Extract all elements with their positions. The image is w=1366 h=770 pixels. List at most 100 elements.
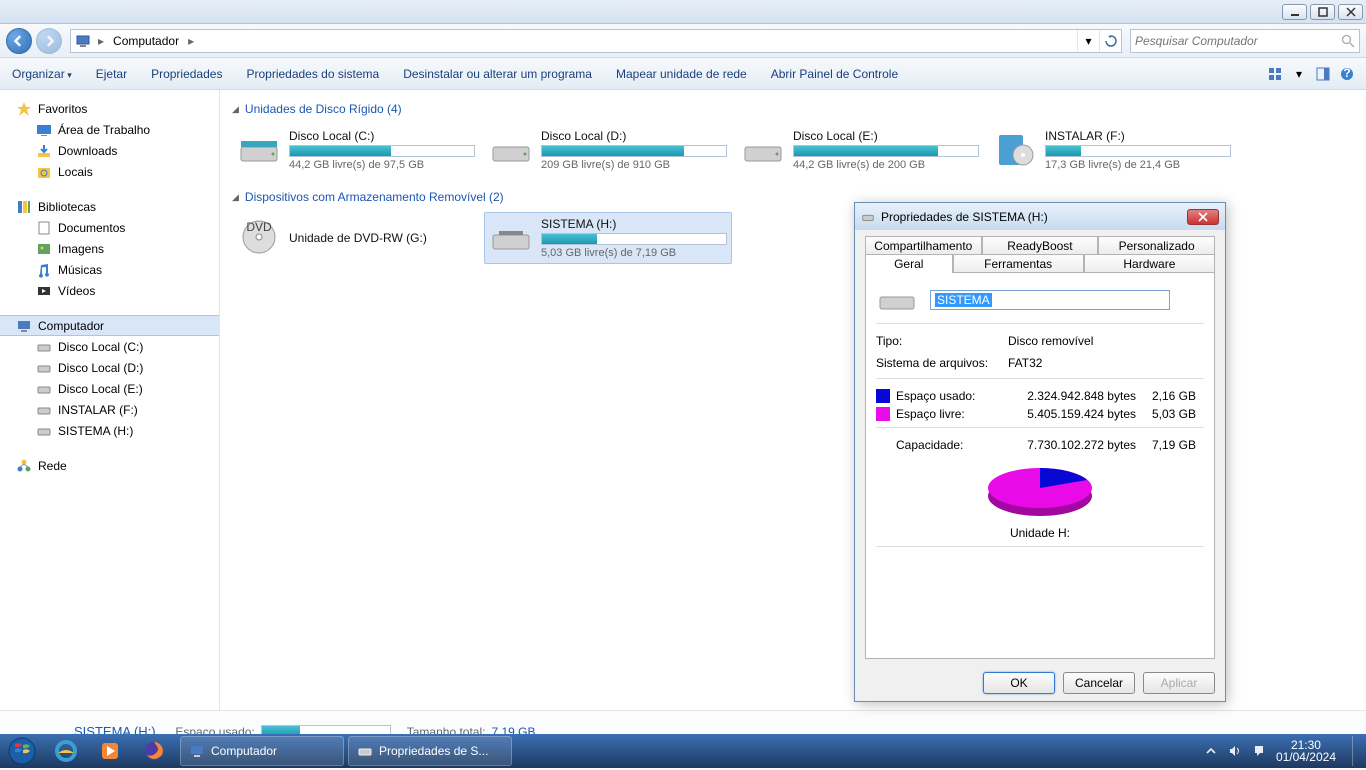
view-mode-button[interactable] bbox=[1264, 63, 1286, 85]
taskbar-firefox[interactable] bbox=[132, 736, 176, 766]
properties-dialog: Propriedades de SISTEMA (H:) Compartilha… bbox=[854, 202, 1226, 702]
system-tray: 21:30 01/04/2024 bbox=[1204, 736, 1366, 766]
group-header-hdd[interactable]: ◢ Unidades de Disco Rígido (4) bbox=[232, 102, 1354, 116]
tab-custom[interactable]: Personalizado bbox=[1098, 236, 1215, 255]
star-icon bbox=[16, 101, 32, 117]
preview-pane-button[interactable] bbox=[1312, 63, 1334, 85]
search-input[interactable] bbox=[1135, 34, 1341, 48]
drive-f[interactable]: INSTALAR (F:) 17,3 GB livre(s) de 21,4 G… bbox=[988, 124, 1236, 176]
forward-button[interactable] bbox=[36, 28, 62, 54]
drive-icon bbox=[861, 210, 875, 224]
start-button[interactable] bbox=[0, 734, 44, 768]
volume-icon[interactable] bbox=[1228, 744, 1242, 758]
dvd-icon: DVD bbox=[237, 215, 281, 259]
chevron-right-icon[interactable]: ▸ bbox=[185, 34, 197, 48]
chevron-right-icon[interactable]: ▸ bbox=[95, 34, 107, 48]
removable-icon bbox=[489, 215, 533, 259]
refresh-button[interactable] bbox=[1099, 30, 1121, 52]
hdd-icon bbox=[489, 127, 533, 171]
sidebar-item-music[interactable]: Músicas bbox=[0, 259, 219, 280]
dialog-close-button[interactable] bbox=[1187, 209, 1219, 225]
taskbar-media[interactable] bbox=[88, 736, 132, 766]
search-icon bbox=[1341, 34, 1355, 48]
drive-h[interactable]: SISTEMA (H:) 5,03 GB livre(s) de 7,19 GB bbox=[484, 212, 732, 264]
back-button[interactable] bbox=[6, 28, 32, 54]
drive-icon bbox=[357, 743, 373, 759]
sidebar-drive-h[interactable]: SISTEMA (H:) bbox=[0, 420, 219, 441]
sidebar-drive-f[interactable]: INSTALAR (F:) bbox=[0, 399, 219, 420]
eject-button[interactable]: Ejetar bbox=[84, 67, 139, 81]
open-control-panel-button[interactable]: Abrir Painel de Controle bbox=[759, 67, 910, 81]
uninstall-program-button[interactable]: Desinstalar ou alterar um programa bbox=[391, 67, 604, 81]
taskbar-ie[interactable] bbox=[44, 736, 88, 766]
apply-button[interactable]: Aplicar bbox=[1143, 672, 1215, 694]
show-desktop-button[interactable] bbox=[1352, 736, 1362, 766]
command-toolbar: Organizar Ejetar Propriedades Propriedad… bbox=[0, 58, 1366, 90]
sidebar-item-desktop[interactable]: Área de Trabalho bbox=[0, 119, 219, 140]
drive-g[interactable]: DVD Unidade de DVD-RW (G:) bbox=[232, 212, 480, 264]
computer-icon bbox=[189, 743, 205, 759]
help-button[interactable]: ? bbox=[1336, 63, 1358, 85]
sidebar-drive-e[interactable]: Disco Local (E:) bbox=[0, 378, 219, 399]
tab-readyboost[interactable]: ReadyBoost bbox=[982, 236, 1099, 255]
minimize-button[interactable] bbox=[1282, 4, 1307, 20]
drive-c[interactable]: Disco Local (C:) 44,2 GB livre(s) de 97,… bbox=[232, 124, 480, 176]
view-dropdown[interactable]: ▾ bbox=[1288, 63, 1310, 85]
sidebar-item-pictures[interactable]: Imagens bbox=[0, 238, 219, 259]
taskbar-window-properties[interactable]: Propriedades de S... bbox=[348, 736, 512, 766]
system-properties-button[interactable]: Propriedades do sistema bbox=[234, 67, 391, 81]
sidebar-item-recent[interactable]: Locais bbox=[0, 161, 219, 182]
address-dropdown[interactable]: ▾ bbox=[1077, 30, 1099, 52]
hdd-icon bbox=[237, 127, 281, 171]
pie-chart bbox=[980, 462, 1100, 522]
drive-icon bbox=[876, 285, 918, 315]
drive-icon bbox=[36, 423, 52, 439]
cancel-button[interactable]: Cancelar bbox=[1063, 672, 1135, 694]
tray-up-icon[interactable] bbox=[1204, 744, 1218, 758]
install-icon bbox=[993, 127, 1037, 171]
action-center-icon[interactable] bbox=[1252, 744, 1266, 758]
taskbar: Computador Propriedades de S... 21:30 01… bbox=[0, 734, 1366, 768]
pictures-icon bbox=[36, 241, 52, 257]
dialog-titlebar[interactable]: Propriedades de SISTEMA (H:) bbox=[855, 203, 1225, 230]
drive-d[interactable]: Disco Local (D:) 209 GB livre(s) de 910 … bbox=[484, 124, 732, 176]
sidebar-item-documents[interactable]: Documentos bbox=[0, 217, 219, 238]
sidebar-computer-heading[interactable]: Computador bbox=[0, 315, 219, 336]
close-button[interactable] bbox=[1338, 4, 1363, 20]
organize-button[interactable]: Organizar bbox=[0, 67, 84, 81]
sidebar-drive-d[interactable]: Disco Local (D:) bbox=[0, 357, 219, 378]
tab-hardware[interactable]: Hardware bbox=[1084, 254, 1215, 273]
window-titlebar bbox=[0, 0, 1366, 24]
tab-general[interactable]: Geral bbox=[865, 254, 953, 273]
map-network-drive-button[interactable]: Mapear unidade de rede bbox=[604, 67, 759, 81]
dialog-tabs: Compartilhamento ReadyBoost Personalizad… bbox=[855, 230, 1225, 272]
capacity-bar bbox=[793, 145, 979, 157]
svg-text:DVD: DVD bbox=[246, 220, 272, 234]
tab-tools[interactable]: Ferramentas bbox=[953, 254, 1084, 273]
drive-icon bbox=[36, 339, 52, 355]
ok-button[interactable]: OK bbox=[983, 672, 1055, 694]
libraries-icon bbox=[16, 199, 32, 215]
properties-button[interactable]: Propriedades bbox=[139, 67, 234, 81]
drive-name-input[interactable]: SISTEMA bbox=[930, 290, 1170, 310]
sidebar-item-downloads[interactable]: Downloads bbox=[0, 140, 219, 161]
taskbar-window-explorer[interactable]: Computador bbox=[180, 736, 344, 766]
tab-sharing[interactable]: Compartilhamento bbox=[865, 236, 982, 255]
free-swatch bbox=[876, 407, 890, 421]
download-icon bbox=[36, 143, 52, 159]
capacity-bar bbox=[289, 145, 475, 157]
sidebar-network-heading[interactable]: Rede bbox=[0, 455, 219, 476]
sidebar-favorites-heading[interactable]: Favoritos bbox=[0, 98, 219, 119]
recent-icon bbox=[36, 164, 52, 180]
hdd-icon bbox=[741, 127, 785, 171]
clock[interactable]: 21:30 01/04/2024 bbox=[1276, 739, 1336, 763]
sidebar-item-videos[interactable]: Vídeos bbox=[0, 280, 219, 301]
address-bar[interactable]: ▸ Computador ▸ ▾ bbox=[70, 29, 1122, 53]
capacity-bar bbox=[541, 145, 727, 157]
sidebar-drive-c[interactable]: Disco Local (C:) bbox=[0, 336, 219, 357]
maximize-button[interactable] bbox=[1310, 4, 1335, 20]
search-box[interactable] bbox=[1130, 29, 1360, 53]
breadcrumb-computer[interactable]: Computador bbox=[107, 30, 185, 52]
sidebar-libraries-heading[interactable]: Bibliotecas bbox=[0, 196, 219, 217]
drive-e[interactable]: Disco Local (E:) 44,2 GB livre(s) de 200… bbox=[736, 124, 984, 176]
